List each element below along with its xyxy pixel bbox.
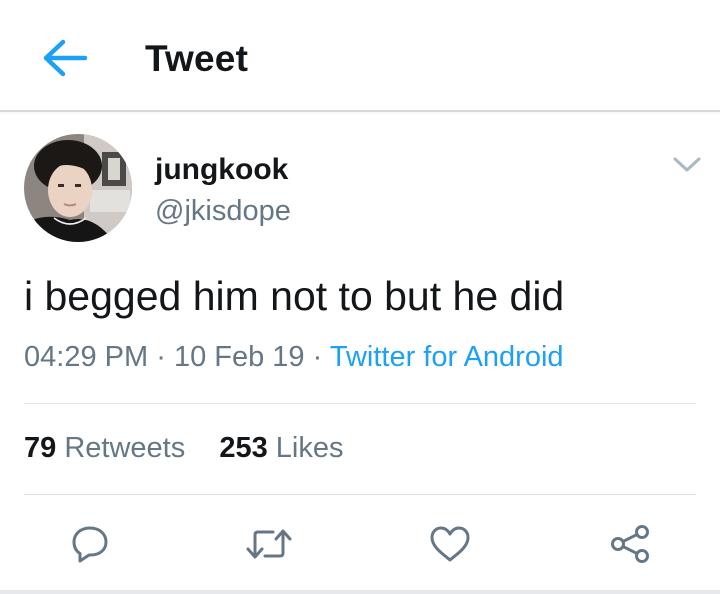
heart-icon [430, 526, 470, 562]
retweets-label: Retweets [64, 432, 186, 464]
engagement-counts: 79 Retweets 253 Likes [24, 432, 344, 465]
retweets-count-link[interactable]: 79 Retweets [24, 432, 185, 464]
meta-separator: · [156, 341, 166, 373]
tweet-menu-button[interactable] [670, 150, 704, 180]
author-handle[interactable]: @jkisdope [155, 195, 291, 228]
share-icon [611, 525, 649, 563]
avatar[interactable] [24, 134, 132, 242]
app-header: Tweet [0, 0, 720, 112]
tweet-time: 04:29 PM [24, 341, 149, 373]
retweet-icon [246, 529, 292, 559]
divider [24, 403, 696, 404]
author-name[interactable]: jungkook [155, 153, 288, 187]
page-title: Tweet [145, 38, 249, 79]
back-button[interactable] [36, 30, 92, 86]
tweet-text: i begged him not to but he did [24, 273, 565, 319]
retweets-count: 79 [24, 432, 57, 464]
tweet-date: 10 Feb 19 [173, 341, 305, 373]
meta-separator: · [312, 341, 323, 373]
like-button[interactable] [422, 516, 478, 572]
arrow-left-icon [43, 39, 87, 77]
divider [24, 494, 696, 495]
reply-icon [72, 526, 108, 563]
bottom-separator [0, 590, 720, 594]
tweet-detail-screen: Tweet jungkook @jkisdope i begged him no… [0, 0, 720, 594]
tweet-meta: 04:29 PM · 10 Feb 19 · Twitter for Andro… [24, 341, 564, 374]
retweet-button[interactable] [241, 516, 297, 572]
likes-count: 253 [219, 432, 268, 464]
profile-photo [24, 134, 132, 242]
likes-label: Likes [275, 432, 344, 464]
chevron-down-icon [673, 157, 701, 172]
share-button[interactable] [602, 516, 658, 572]
tweet-source-link[interactable]: Twitter for Android [330, 341, 564, 373]
reply-button[interactable] [62, 516, 118, 572]
likes-count-link[interactable]: 253 Likes [219, 432, 343, 464]
